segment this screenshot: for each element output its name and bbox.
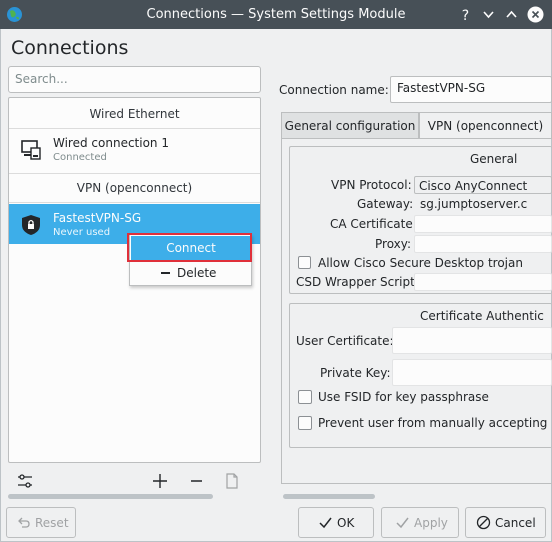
fsid-checkbox[interactable] [298, 390, 312, 404]
allow-trojan-label: Allow Cisco Secure Desktop trojan [318, 256, 523, 270]
private-key-field[interactable] [392, 359, 552, 386]
cancel-button[interactable]: Cancel [465, 507, 546, 538]
certificate-group-title: Certificate Authentic [420, 309, 544, 323]
scrollbar-handle-left[interactable] [8, 494, 213, 499]
page-title: Connections [11, 37, 129, 59]
csd-script-field[interactable] [414, 273, 552, 291]
apply-button-label: Apply [414, 516, 448, 530]
remove-icon[interactable] [188, 472, 206, 490]
ok-button[interactable]: OK [298, 507, 374, 538]
export-document-icon[interactable] [223, 472, 241, 490]
tab-vpn-openconnect[interactable]: VPN (openconnect) [419, 112, 552, 139]
menu-item-delete[interactable]: Delete [131, 261, 251, 285]
scrollbar-handle-right[interactable] [283, 494, 375, 499]
add-icon[interactable] [151, 472, 169, 490]
reset-button[interactable]: Reset [6, 507, 76, 538]
user-certificate-label: User Certificate: [296, 334, 394, 348]
configure-sliders-icon[interactable] [16, 472, 34, 490]
minimize-icon[interactable] [479, 5, 498, 24]
close-icon[interactable] [526, 5, 545, 24]
fsid-label: Use FSID for key passphrase [318, 390, 489, 404]
proxy-label: Proxy: [375, 237, 412, 251]
prevent-accept-checkbox[interactable] [298, 416, 312, 430]
ca-certificate-label: CA Certificate: [330, 217, 417, 231]
undo-icon [16, 515, 31, 530]
connection-status: Never used [53, 227, 111, 238]
tab-general-configuration[interactable]: General configuration [281, 112, 419, 139]
connection-name-label: Connection name: [279, 83, 389, 97]
user-certificate-field[interactable] [392, 327, 552, 354]
connection-name: Wired connection 1 [53, 136, 169, 150]
ok-button-label: OK [337, 516, 355, 530]
allow-trojan-checkbox[interactable] [298, 256, 311, 269]
svg-text:?: ? [462, 8, 469, 24]
wired-network-icon [19, 138, 43, 162]
horizontal-scrollbar[interactable] [8, 494, 548, 500]
vpn-protocol-label: VPN Protocol: [331, 178, 412, 192]
connection-name: FastestVPN-SG [53, 211, 142, 225]
gateway-field[interactable]: sg.jumptoserver.c [420, 197, 527, 211]
highlight-annotation [127, 233, 252, 262]
connection-name-field[interactable]: FastestVPN-SG [390, 76, 552, 103]
vpn-protocol-select[interactable]: Cisco AnyConnect [414, 176, 552, 194]
connection-status: Connected [53, 152, 107, 163]
apply-button[interactable]: Apply [381, 507, 459, 538]
prevent-accept-label: Prevent user from manually accepting [318, 416, 548, 430]
list-item-wired-connection[interactable]: Wired connection 1 Connected [9, 129, 260, 169]
private-key-label: Private Key: [320, 366, 391, 380]
search-input[interactable]: Search... [8, 66, 261, 93]
help-icon[interactable]: ? [456, 5, 475, 24]
proxy-field[interactable] [414, 235, 552, 253]
menu-item-delete-label: Delete [177, 266, 217, 280]
ca-certificate-field[interactable] [414, 215, 552, 233]
divider [9, 202, 260, 203]
general-group-title: General [470, 152, 518, 166]
csd-script-label: CSD Wrapper Script: [296, 275, 419, 289]
section-header-vpn: VPN (openconnect) [9, 174, 260, 202]
check-icon [395, 515, 410, 530]
maximize-icon[interactable] [502, 5, 521, 24]
vpn-shield-icon [19, 213, 43, 237]
cancel-button-label: Cancel [495, 516, 536, 530]
check-icon [318, 515, 333, 530]
section-header-wired: Wired Ethernet [9, 100, 260, 128]
cancel-circle-icon [476, 515, 491, 530]
gateway-label: Gateway: [357, 197, 414, 211]
reset-button-label: Reset [35, 516, 69, 530]
title-bar: Connections — System Settings Module ? [0, 0, 552, 29]
minus-icon [161, 272, 170, 274]
